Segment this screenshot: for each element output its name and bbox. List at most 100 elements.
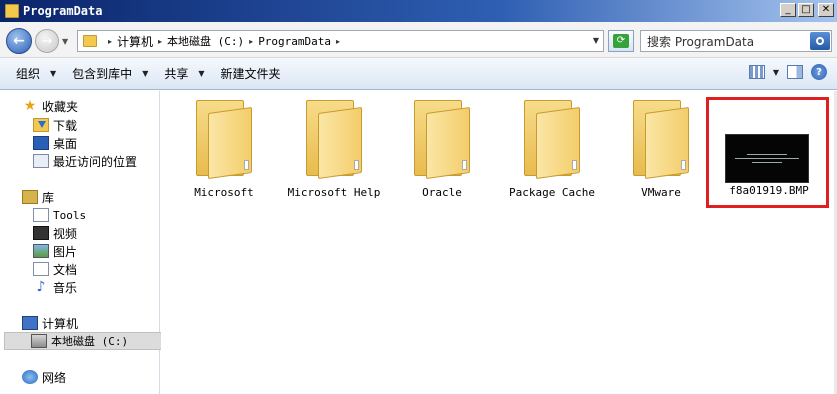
nav-videos[interactable]: 视频 [33,224,77,242]
nav-libraries[interactable]: 库 [22,188,54,206]
recent-places-icon [33,154,49,168]
computer-icon [22,316,38,330]
chevron-right-icon[interactable]: ▸ [249,37,253,46]
command-bar: 组织 ▼ 包含到库中 ▼ 共享 ▼ 新建文件夹 ▼ ? [0,58,837,90]
nav-music[interactable]: ♪ 音乐 [33,278,77,296]
folder-icon [196,100,252,180]
nav-computer[interactable]: 计算机 [22,314,78,332]
share-menu[interactable]: 共享 ▼ [156,62,212,86]
nav-pictures-label: 图片 [53,244,78,259]
chevron-down-icon: ▼ [198,69,205,78]
nav-videos-label: 视频 [53,226,78,241]
address-bar[interactable]: ▸ 计算机 ▸ 本地磁盘 (C:) ▸ ProgramData ▸ ▼ [77,30,604,52]
folder-item[interactable]: Oracle [387,93,497,203]
item-name: Microsoft Help [287,186,381,199]
nav-pictures[interactable]: 图片 [33,242,77,260]
document-icon [33,262,49,276]
search-input[interactable]: 搜索 ProgramData [647,33,754,50]
nav-downloads[interactable]: 下载 [33,116,77,134]
organize-menu[interactable]: 组织 ▼ [8,62,64,86]
minimize-button[interactable]: _ [780,3,796,17]
nav-favorites-label: 收藏夹 [42,99,79,114]
nav-downloads-label: 下载 [53,118,78,133]
maximize-button[interactable]: □ [798,3,814,17]
window-title: ProgramData [23,4,103,18]
item-name: Oracle [422,186,462,199]
music-icon: ♪ [36,279,46,295]
star-icon: ★ [23,98,37,114]
share-label: 共享 [164,67,189,81]
desktop-icon [33,136,49,150]
bmp-file-thumbnail[interactable] [725,134,809,183]
picture-icon [33,244,49,258]
chevron-down-icon[interactable]: ▼ [773,68,779,77]
folder-item[interactable]: Microsoft [169,93,279,203]
refresh-icon: ⟳ [613,34,629,48]
folder-item[interactable]: Package Cache [497,93,607,203]
refresh-button[interactable]: ⟳ [608,30,634,52]
hard-disk-icon [31,334,47,348]
nav-recent-places[interactable]: 最近访问的位置 [33,152,137,170]
nav-recent-label: 最近访问的位置 [53,154,138,169]
library-icon [33,208,49,222]
chevron-down-icon: ▼ [142,69,149,78]
nav-network[interactable]: 网络 [22,368,66,386]
libraries-icon [22,190,38,204]
nav-documents-label: 文档 [53,262,78,277]
nav-favorites[interactable]: ★ 收藏夹 [22,97,78,115]
item-name: Package Cache [508,186,596,199]
window-controls: _ □ ✕ [780,3,834,17]
forward-button[interactable]: → [35,29,59,53]
new-folder-label: 新建文件夹 [220,67,281,81]
organize-label: 组织 [16,67,41,81]
nav-local-disk-label: 本地磁盘 (C:) [51,335,129,348]
include-in-library-label: 包含到库中 [72,67,133,81]
search-box[interactable]: 搜索 ProgramData [640,30,832,52]
item-name: Microsoft [194,186,254,199]
nav-desktop[interactable]: 桌面 [33,134,77,152]
help-icon[interactable]: ? [811,64,827,80]
back-button[interactable]: ← [6,28,32,54]
nav-local-disk[interactable]: 本地磁盘 (C:) [4,332,162,350]
nav-libraries-label: 库 [42,190,55,205]
search-icon[interactable] [810,32,830,50]
nav-tools-label: Tools [53,208,87,222]
folder-icon [306,100,362,180]
breadcrumb-programdata[interactable]: ProgramData [258,35,331,48]
chevron-right-icon[interactable]: ▸ [158,37,162,46]
nav-tools[interactable]: Tools [33,206,86,224]
network-icon [22,370,38,384]
folder-icon [414,100,470,180]
nav-network-label: 网络 [42,370,67,385]
address-row: ← → ▼ ▸ 计算机 ▸ 本地磁盘 (C:) ▸ ProgramData ▸ … [0,22,837,58]
chevron-right-icon[interactable]: ▸ [336,37,340,46]
folder-item[interactable]: VMware [606,93,716,203]
new-folder-button[interactable]: 新建文件夹 [213,62,289,86]
recent-pages-dropdown[interactable]: ▼ [62,37,68,46]
include-in-library-menu[interactable]: 包含到库中 ▼ [64,62,156,86]
chevron-right-icon[interactable]: ▸ [108,37,112,46]
file-list: Microsoft Microsoft Help Oracle Package … [161,91,837,394]
breadcrumb-local-disk[interactable]: 本地磁盘 (C:) [167,33,244,49]
folder-icon [524,100,580,180]
chevron-down-icon: ▼ [50,69,57,78]
folder-item[interactable]: Microsoft Help [279,93,389,203]
folder-icon [633,100,689,180]
nav-documents[interactable]: 文档 [33,260,77,278]
nav-desktop-label: 桌面 [53,136,78,151]
item-name: VMware [641,186,681,199]
item-name[interactable]: f8a01919.BMP [717,184,821,197]
title-bar: ProgramData _ □ ✕ [0,0,837,22]
folder-icon [83,35,97,47]
close-button[interactable]: ✕ [818,3,834,17]
change-view-icon[interactable] [748,65,765,79]
nav-computer-label: 计算机 [42,316,79,331]
nav-music-label: 音乐 [53,280,78,295]
breadcrumb-computer[interactable]: 计算机 [117,33,153,50]
chevron-down-icon[interactable]: ▼ [593,36,599,45]
video-icon [33,226,49,240]
preview-pane-icon[interactable] [787,65,803,79]
navigation-pane: ★ 收藏夹 下载 桌面 最近访问的位置 库 Tools 视频 图片 文档 ♪ 音… [0,91,162,394]
downloads-folder-icon [33,118,49,132]
folder-icon [5,4,19,18]
